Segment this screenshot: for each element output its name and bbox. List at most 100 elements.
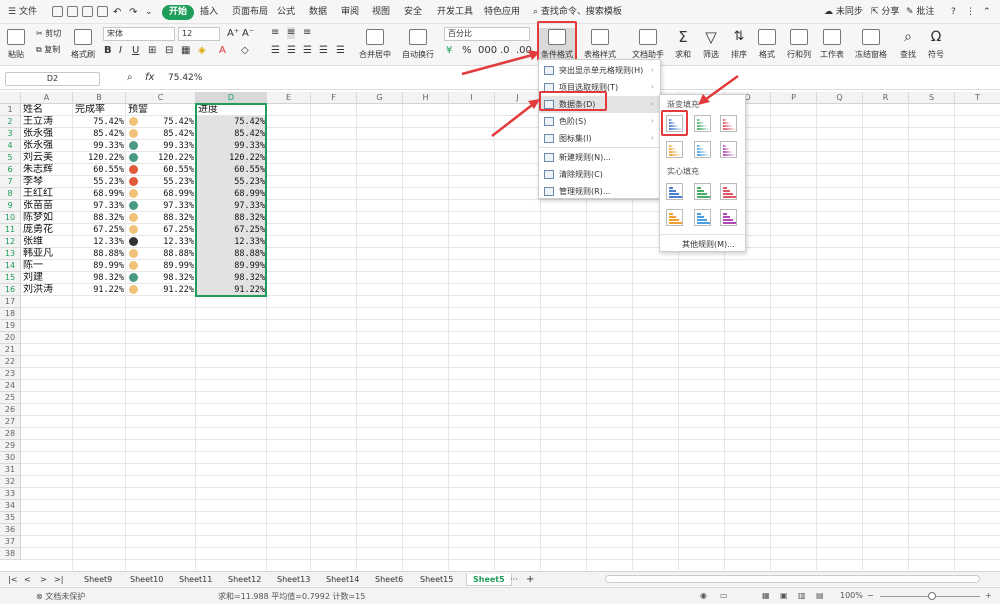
warning-cell[interactable]: 55.23% — [126, 176, 194, 188]
row-header-38[interactable]: 38 — [0, 548, 21, 560]
row-header-16[interactable]: 16 — [0, 284, 21, 296]
next-sheet-icon[interactable]: > — [40, 574, 47, 586]
warning-cell[interactable]: 75.42% — [126, 116, 194, 128]
warning-cell[interactable]: 98.32% — [126, 272, 194, 284]
add-sheet-icon[interactable]: + — [526, 574, 534, 586]
rate-cell[interactable]: 89.99% — [73, 260, 124, 272]
row-header-7[interactable]: 7 — [0, 176, 21, 188]
sheet-tab-sheet12[interactable]: Sheet12 — [228, 574, 261, 586]
solid-databar-icon-2[interactable] — [694, 183, 711, 200]
cond-menu-item-6[interactable]: 新建规则(N)... — [539, 149, 660, 166]
row-header-28[interactable]: 28 — [0, 428, 21, 440]
rate-cell[interactable]: 67.25% — [73, 224, 124, 236]
row-header-32[interactable]: 32 — [0, 476, 21, 488]
warning-cell[interactable]: 68.99% — [126, 188, 194, 200]
row-header-33[interactable]: 33 — [0, 488, 21, 500]
row-header-36[interactable]: 36 — [0, 524, 21, 536]
sheet-tab-sheet5[interactable]: Sheet5 — [466, 574, 512, 586]
rate-cell[interactable]: 75.42% — [73, 116, 124, 128]
cond-menu-item-7[interactable]: 清除规则(C) — [539, 166, 660, 183]
row-header-6[interactable]: 6 — [0, 164, 21, 176]
first-sheet-icon[interactable]: |< — [8, 574, 17, 586]
warning-cell[interactable]: 85.42% — [126, 128, 194, 140]
warning-cell[interactable]: 12.33% — [126, 236, 194, 248]
warning-cell[interactable]: 97.33% — [126, 200, 194, 212]
row-header-19[interactable]: 19 — [0, 320, 21, 332]
name-cell[interactable]: 李琴 — [23, 176, 71, 188]
row-header-29[interactable]: 29 — [0, 440, 21, 452]
normal-view-icon[interactable]: ▦ — [762, 591, 770, 600]
eye-icon[interactable]: ◉ — [700, 591, 707, 600]
solid-databar-icon-4[interactable] — [666, 209, 683, 226]
rate-cell[interactable]: 68.99% — [73, 188, 124, 200]
row-header-10[interactable]: 10 — [0, 212, 21, 224]
sheet-tab-sheet10[interactable]: Sheet10 — [130, 574, 163, 586]
rate-cell[interactable]: 97.33% — [73, 200, 124, 212]
row-header-11[interactable]: 11 — [0, 224, 21, 236]
name-cell[interactable]: 陈一 — [23, 260, 71, 272]
solid-databar-icon-3[interactable] — [720, 183, 737, 200]
row-header-27[interactable]: 27 — [0, 416, 21, 428]
protect-status[interactable]: ⊗ 文档未保护 — [36, 591, 85, 602]
row-header-22[interactable]: 22 — [0, 356, 21, 368]
row-header-31[interactable]: 31 — [0, 464, 21, 476]
warning-cell[interactable]: 67.25% — [126, 224, 194, 236]
row-header-25[interactable]: 25 — [0, 392, 21, 404]
row-header-8[interactable]: 8 — [0, 188, 21, 200]
row-header-35[interactable]: 35 — [0, 512, 21, 524]
name-cell[interactable]: 韩亚凡 — [23, 248, 71, 260]
warning-cell[interactable]: 60.55% — [126, 164, 194, 176]
solid-databar-icon-5[interactable] — [694, 209, 711, 226]
solid-databar-icon-1[interactable] — [666, 183, 683, 200]
row-header-2[interactable]: 2 — [0, 116, 21, 128]
rate-cell[interactable]: 85.42% — [73, 128, 124, 140]
sheet-tab-sheet11[interactable]: Sheet11 — [179, 574, 212, 586]
sheet-tab-sheet6[interactable]: Sheet6 — [375, 574, 403, 586]
sheet-tab-sheet15[interactable]: Sheet15 — [420, 574, 453, 586]
name-cell[interactable]: 王立涛 — [23, 116, 71, 128]
more-sheets-icon[interactable]: ··· — [510, 574, 518, 586]
rate-cell[interactable]: 60.55% — [73, 164, 124, 176]
reading-icon[interactable]: ▤ — [816, 591, 824, 600]
page-layout-icon[interactable]: ▣ — [780, 591, 788, 600]
name-cell[interactable]: 张永强 — [23, 128, 71, 140]
name-cell[interactable]: 刘建 — [23, 272, 71, 284]
sheet-tab-sheet9[interactable]: Sheet9 — [84, 574, 112, 586]
row-header-20[interactable]: 20 — [0, 332, 21, 344]
zoom-level[interactable]: 100% — [840, 591, 863, 600]
rate-cell[interactable]: 120.22% — [73, 152, 124, 164]
warning-cell[interactable]: 88.32% — [126, 212, 194, 224]
rate-cell[interactable]: 99.33% — [73, 140, 124, 152]
row-header-9[interactable]: 9 — [0, 200, 21, 212]
row-header-12[interactable]: 12 — [0, 236, 21, 248]
row-header-15[interactable]: 15 — [0, 272, 21, 284]
name-cell[interactable]: 张维 — [23, 236, 71, 248]
edit-mode-icon[interactable]: ▭ — [720, 591, 728, 600]
name-cell[interactable]: 王红红 — [23, 188, 71, 200]
warning-cell[interactable]: 91.22% — [126, 284, 194, 296]
name-cell[interactable]: 陈梦如 — [23, 212, 71, 224]
name-cell[interactable]: 朱志辉 — [23, 164, 71, 176]
solid-databar-icon-6[interactable] — [720, 209, 737, 226]
name-cell[interactable]: 刘洪涛 — [23, 284, 71, 296]
row-header-14[interactable]: 14 — [0, 260, 21, 272]
row-header-26[interactable]: 26 — [0, 404, 21, 416]
last-sheet-icon[interactable]: >| — [54, 574, 63, 586]
row-header-34[interactable]: 34 — [0, 500, 21, 512]
page-break-icon[interactable]: ▥ — [798, 591, 806, 600]
row-header-18[interactable]: 18 — [0, 308, 21, 320]
zoom-slider-handle[interactable] — [928, 592, 936, 600]
zoom-out-icon[interactable]: − — [867, 591, 874, 600]
row-header-24[interactable]: 24 — [0, 380, 21, 392]
rate-cell[interactable]: 55.23% — [73, 176, 124, 188]
warning-cell[interactable]: 88.88% — [126, 248, 194, 260]
rate-cell[interactable]: 91.22% — [73, 284, 124, 296]
row-header-3[interactable]: 3 — [0, 128, 21, 140]
row-header-17[interactable]: 17 — [0, 296, 21, 308]
name-cell[interactable]: 张苗苗 — [23, 200, 71, 212]
sheet-tab-sheet14[interactable]: Sheet14 — [326, 574, 359, 586]
warning-cell[interactable]: 89.99% — [126, 260, 194, 272]
row-header-4[interactable]: 4 — [0, 140, 21, 152]
zoom-in-icon[interactable]: + — [985, 591, 992, 600]
sheet-tab-sheet13[interactable]: Sheet13 — [277, 574, 310, 586]
